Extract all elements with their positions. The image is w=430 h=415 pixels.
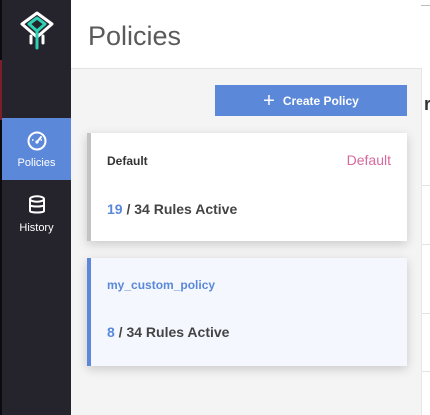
create-policy-button[interactable]: + Create Policy	[215, 85, 407, 116]
gauge-icon	[27, 131, 46, 151]
default-badge: Default	[346, 152, 391, 168]
active-rule-number: 8	[107, 324, 115, 340]
policy-card-custom[interactable]: my_custom_policy 8 / 34 Rules Active	[87, 258, 407, 366]
brand-logo-icon[interactable]	[18, 10, 56, 52]
create-policy-label: Create Policy	[282, 93, 359, 108]
rules-active-count: 19 / 34 Rules Active	[107, 201, 237, 217]
divider	[422, 371, 430, 372]
detail-panel-heading: r	[424, 94, 430, 114]
database-icon	[28, 195, 45, 214]
sidebar-item-policies[interactable]: Policies	[2, 118, 71, 180]
divider	[422, 244, 430, 245]
policy-name: Default	[107, 154, 148, 168]
sidebar-item-label: Policies	[17, 157, 56, 169]
sidebar-item-label: History	[19, 222, 54, 234]
divider	[422, 185, 430, 186]
sidebar-item-history[interactable]: History	[2, 183, 71, 245]
divider	[422, 313, 430, 314]
policy-card-default[interactable]: Default Default 19 / 34 Rules Active	[87, 133, 407, 241]
plus-icon: +	[263, 89, 275, 112]
sidebar: Policies History	[2, 0, 71, 415]
header-divider	[421, 5, 430, 6]
rules-total-text: / 34 Rules Active	[114, 324, 230, 340]
rules-active-count: 8 / 34 Rules Active	[107, 324, 229, 340]
policy-name: my_custom_policy	[107, 278, 216, 292]
page-title: Policies	[88, 21, 182, 51]
active-rule-number: 19	[107, 201, 123, 217]
rules-total-text: / 34 Rules Active	[122, 201, 238, 217]
page-header: Policies	[71, 0, 430, 69]
detail-panel: r	[421, 68, 430, 415]
